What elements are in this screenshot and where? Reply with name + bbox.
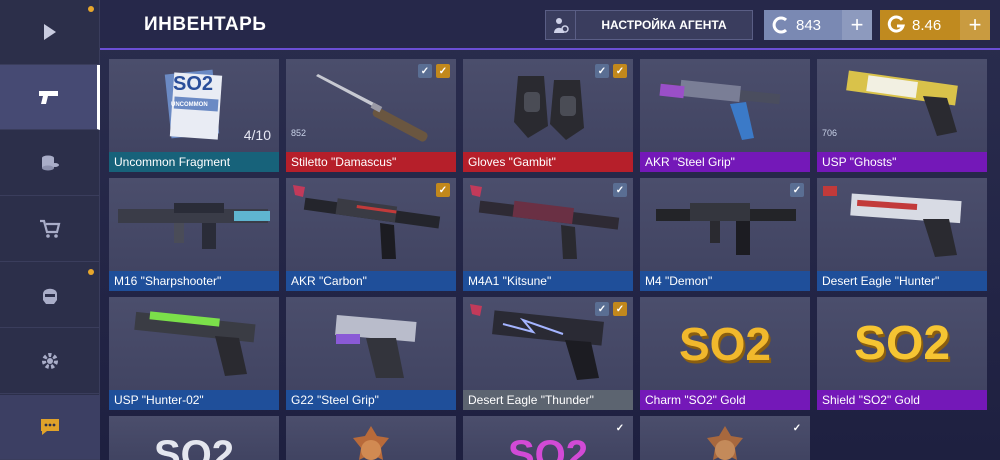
desert-eagle-hunter-image [817,178,987,271]
inventory-item[interactable]: ✓ [640,416,810,460]
agent-settings-label: НАСТРОЙКА АГЕНТА [601,18,727,32]
inventory-item[interactable]: SO2 Shield "SO2" Gold [817,297,987,410]
m16-image [109,178,279,271]
add-gold-button[interactable]: + [960,10,990,40]
akr-carbon-image [286,178,456,271]
item-name: M4 "Demon" [640,271,810,291]
m4a1-kitsune-image [463,178,633,271]
shield-so2-gold-image: SO2 [817,297,987,390]
cart-icon [38,217,62,241]
item-name: Desert Eagle "Hunter" [817,271,987,291]
usp-hunter-02-image [109,297,279,390]
top-bar: ИНВЕНТАРЬ НАСТРОЙКА АГЕНТА 843 + 8.46 + [100,0,1000,50]
item-name: AKR "Steel Grip" [640,152,810,172]
inventory-item[interactable]: USP "Hunter-02" [109,297,279,410]
sidebar-item-agents[interactable] [0,263,100,328]
so2-logo: SO2 [678,317,772,370]
so2-logo: SO2 [507,432,589,460]
agent-settings-button[interactable]: НАСТРОЙКА АГЕНТА [545,10,753,40]
silver-coin-icon [770,14,792,36]
notification-dot [88,269,94,275]
page-title: ИНВЕНТАРЬ [144,14,267,35]
sidebar-item-settings[interactable] [0,329,100,394]
sidebar [0,0,100,460]
item-name: M4A1 "Kitsune" [463,271,633,291]
silver-currency: 843 + [764,10,872,40]
inventory-item[interactable]: ✓ AKR "Carbon" [286,178,456,291]
gloves-image [463,59,633,152]
item-name: Uncommon Fragment [109,152,279,172]
item-name: M16 "Sharpshooter" [109,271,279,291]
inventory-item[interactable] [286,416,456,460]
sidebar-item-play[interactable] [0,0,100,65]
sidebar-item-inventory[interactable] [0,65,100,130]
inventory-item[interactable]: ✓ M4A1 "Kitsune" [463,178,633,291]
so2-logo: SO2 [153,432,235,460]
inventory-item[interactable]: ✓ SO2 [463,416,633,460]
item-name: Shield "SO2" Gold [817,390,987,410]
stattrak-counter: 852 [291,128,307,138]
sidebar-item-shop[interactable] [0,197,100,262]
m4-demon-image [640,178,810,271]
fragment-logo: SO2 [173,73,214,95]
item-name: Stiletto "Damascus" [286,152,456,172]
fragment-sublabel: UNCOMMON [171,102,208,108]
inventory-item[interactable]: Desert Eagle "Hunter" [817,178,987,291]
gold-coin-icon [886,14,908,36]
inventory-item[interactable]: 706 USP "Ghosts" [817,59,987,172]
so2-silver-item-image: SO2 [109,416,279,460]
inventory-grid: SO2 UNCOMMON 4/10 Uncommon Fragment ✓ ✓ 8… [109,59,989,460]
akr-steel-grip-image [640,59,810,152]
badge-item-image [640,416,810,460]
so2-purple-item-image: SO2 [463,416,633,460]
inventory-item[interactable]: SO2 Charm "SO2" Gold [640,297,810,410]
add-silver-button[interactable]: + [842,10,872,40]
inventory-item[interactable]: SO2 [109,416,279,460]
item-name: Charm "SO2" Gold [640,390,810,410]
stiletto-image [286,59,456,152]
inventory-item[interactable]: M16 "Sharpshooter" [109,178,279,291]
fragment-count: 4/10 [243,127,271,143]
notification-dot [88,6,94,12]
chat-icon [38,415,62,439]
item-name: USP "Hunter-02" [109,390,279,410]
desert-eagle-thunder-image [463,297,633,390]
charm-so2-gold-image: SO2 [640,297,810,390]
item-name: Gloves "Gambit" [463,152,633,172]
inventory-item[interactable]: AKR "Steel Grip" [640,59,810,172]
usp-ghosts-image [817,59,987,152]
sidebar-item-chat[interactable] [0,395,100,460]
item-name: AKR "Carbon" [286,271,456,291]
agent-icon [546,11,576,39]
inventory-item[interactable]: ✓ ✓ Gloves "Gambit" [463,59,633,172]
helmet-icon [38,283,62,307]
silver-amount: 843 [796,16,822,34]
inventory-item[interactable]: ✓ M4 "Demon" [640,178,810,291]
g22-steel-grip-image [286,297,456,390]
stattrak-counter: 706 [822,128,838,138]
item-name: Desert Eagle "Thunder" [463,390,633,410]
inventory-item[interactable]: ✓ ✓ 852 Stiletto "Damascus" [286,59,456,172]
gear-icon [38,349,62,373]
sidebar-item-market[interactable] [0,131,100,196]
pistol-icon [37,85,61,109]
so2-logo: SO2 [853,317,951,370]
item-name: USP "Ghosts" [817,152,987,172]
inventory-item[interactable]: G22 "Steel Grip" [286,297,456,410]
inventory-item[interactable]: ✓ ✓ Desert Eagle "Thunder" [463,297,633,410]
coins-icon [38,151,62,175]
inventory-screen: ИНВЕНТАРЬ НАСТРОЙКА АГЕНТА 843 + 8.46 + [0,0,1000,460]
play-icon [38,20,62,44]
gold-currency: 8.46 + [880,10,990,40]
badge-item-image [286,416,456,460]
item-name: G22 "Steel Grip" [286,390,456,410]
inventory-item[interactable]: SO2 UNCOMMON 4/10 Uncommon Fragment [109,59,279,172]
gold-amount: 8.46 [912,16,942,34]
